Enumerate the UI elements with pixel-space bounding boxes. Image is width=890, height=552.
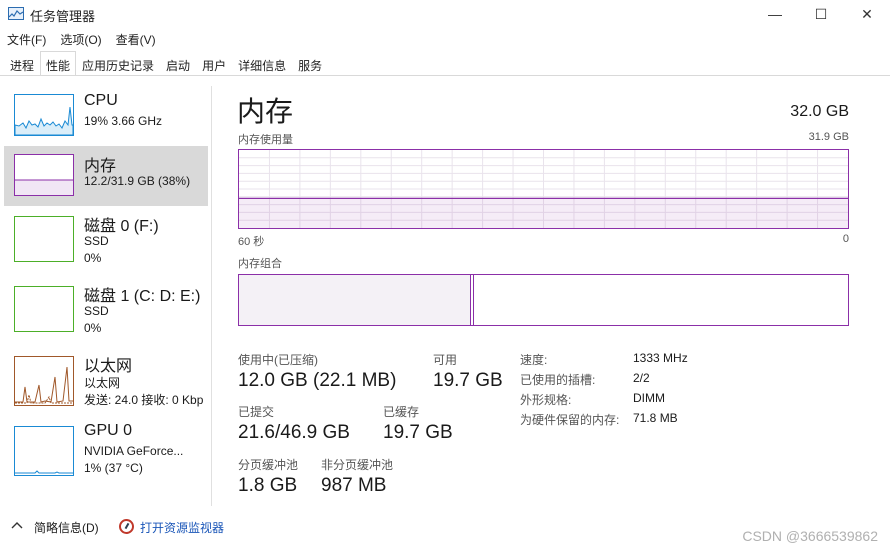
memory-composition-graph [238,274,849,326]
in-use-label: 使用中(已压缩) [238,353,318,367]
usage-graph-max: 31.9 GB [808,131,849,143]
sidebar-item-subtitle: 12.2/31.9 GB (38%) [84,174,191,188]
sidebar-item-ethernet[interactable]: 以太网 以太网 发送: 24.0 接收: 0 Kbp [4,350,208,410]
speed-label: 速度: [520,353,548,367]
sidebar-item-disk-1[interactable]: 磁盘 1 (C: D: E:) SSD 0% [4,280,208,340]
hardware-reserved-value: 71.8 MB [633,411,678,425]
menu-view[interactable]: 查看(V) [109,28,163,50]
minimize-button[interactable]: — [752,0,798,28]
time-axis-left: 60 秒 [238,236,265,248]
sidebar-item-subtitle: 0% [84,321,102,335]
sidebar-item-subtitle: SSD [84,304,109,318]
resource-sidebar: CPU 19% 3.66 GHz 内存 12.2/31.9 GB (38%) 磁… [0,86,212,506]
cached-value: 19.7 GB [383,422,453,443]
sidebar-item-title: CPU [84,92,118,109]
title-bar: 任务管理器 — ☐ ✕ [0,0,890,28]
gpu-thumbnail-graph [14,426,74,476]
memory-thumbnail-graph [14,154,74,196]
window-title: 任务管理器 [30,9,96,24]
composition-modified [471,275,474,325]
memory-total: 32.0 GB [790,103,849,120]
sidebar-item-subtitle: 1% (37 °C) [84,461,143,475]
close-button[interactable]: ✕ [844,0,890,28]
tab-startup[interactable]: 启动 [160,52,196,75]
open-resource-monitor-link[interactable]: 打开资源监视器 [140,519,224,536]
form-factor-value: DIMM [633,391,665,405]
resource-monitor-icon [119,519,134,534]
sidebar-item-disk-0[interactable]: 磁盘 0 (F:) SSD 0% [4,210,208,270]
memory-usage-plot [239,150,848,228]
paged-pool-value: 1.8 GB [238,475,298,496]
maximize-button[interactable]: ☐ [798,0,844,28]
sidebar-item-memory[interactable]: 内存 12.2/31.9 GB (38%) [4,146,208,206]
disk1-thumbnail-graph [14,286,74,332]
menu-bar: 文件(F) 选项(O) 查看(V) [0,28,163,50]
sidebar-item-subtitle: NVIDIA GeForce... [84,444,184,458]
tab-app-history[interactable]: 应用历史记录 [76,52,160,75]
cpu-thumbnail-graph [14,94,74,136]
menu-file[interactable]: 文件(F) [0,28,53,50]
tab-performance[interactable]: 性能 [40,51,77,75]
hardware-reserved-label: 为硬件保留的内存: [520,413,620,427]
fewer-details-button[interactable]: 简略信息(D) [34,519,99,536]
paged-pool-label: 分页缓冲池 [238,458,299,472]
sidebar-item-subtitle: 19% 3.66 GHz [84,114,163,128]
available-label: 可用 [433,353,458,367]
ethernet-thumbnail-graph [14,356,74,406]
menu-options[interactable]: 选项(O) [53,28,108,50]
committed-value: 21.6/46.9 GB [238,422,350,443]
sidebar-item-subtitle: 发送: 24.0 接收: 0 Kbp [84,393,204,407]
tab-processes[interactable]: 进程 [4,52,40,75]
sidebar-item-subtitle: 以太网 [84,376,121,390]
time-axis-right: 0 [842,233,849,245]
available-value: 19.7 GB [433,370,503,391]
sidebar-item-gpu[interactable]: GPU 0 NVIDIA GeForce... 1% (37 °C) [4,420,208,480]
usage-graph-label: 内存使用量 [238,134,293,146]
committed-label: 已提交 [238,405,275,419]
sidebar-item-title: 以太网 [84,358,133,375]
disk0-thumbnail-graph [14,216,74,262]
page-title: 内存 [237,96,294,127]
form-factor-label: 外形规格: [520,393,572,407]
slots-used-value: 2/2 [633,371,650,385]
nonpaged-pool-value: 987 MB [321,475,387,496]
sidebar-item-title: 内存 [84,158,117,175]
composition-graph-label: 内存组合 [238,258,282,270]
close-icon: ✕ [861,5,873,22]
nonpaged-pool-label: 非分页缓冲池 [321,458,394,472]
tab-details[interactable]: 详细信息 [232,52,292,75]
sidebar-item-subtitle: SSD [84,234,109,248]
sidebar-item-cpu[interactable]: CPU 19% 3.66 GHz [4,86,208,146]
usage-area [239,198,848,228]
composition-in-use [239,275,471,325]
sidebar-item-title: GPU 0 [84,422,133,439]
slots-used-label: 已使用的插槽: [520,373,596,387]
memory-usage-graph [238,149,849,229]
chevron-up-icon[interactable] [11,520,23,530]
tab-users[interactable]: 用户 [196,52,232,75]
speed-value: 1333 MHz [633,351,688,365]
task-manager-icon [8,7,24,20]
sidebar-item-title: 磁盘 0 (F:) [84,218,159,235]
tab-bar: 进程 性能 应用历史记录 启动 用户 详细信息 服务 [0,51,890,76]
sidebar-item-subtitle: 0% [84,251,102,265]
cached-label: 已缓存 [383,405,420,419]
sidebar-item-title: 磁盘 1 (C: D: E:) [84,288,201,305]
maximize-icon: ☐ [814,5,828,22]
minimize-icon: — [768,6,782,22]
watermark: CSDN @3666539862 [742,528,878,544]
in-use-value: 12.0 GB (22.1 MB) [238,370,397,391]
tab-services[interactable]: 服务 [292,52,328,75]
